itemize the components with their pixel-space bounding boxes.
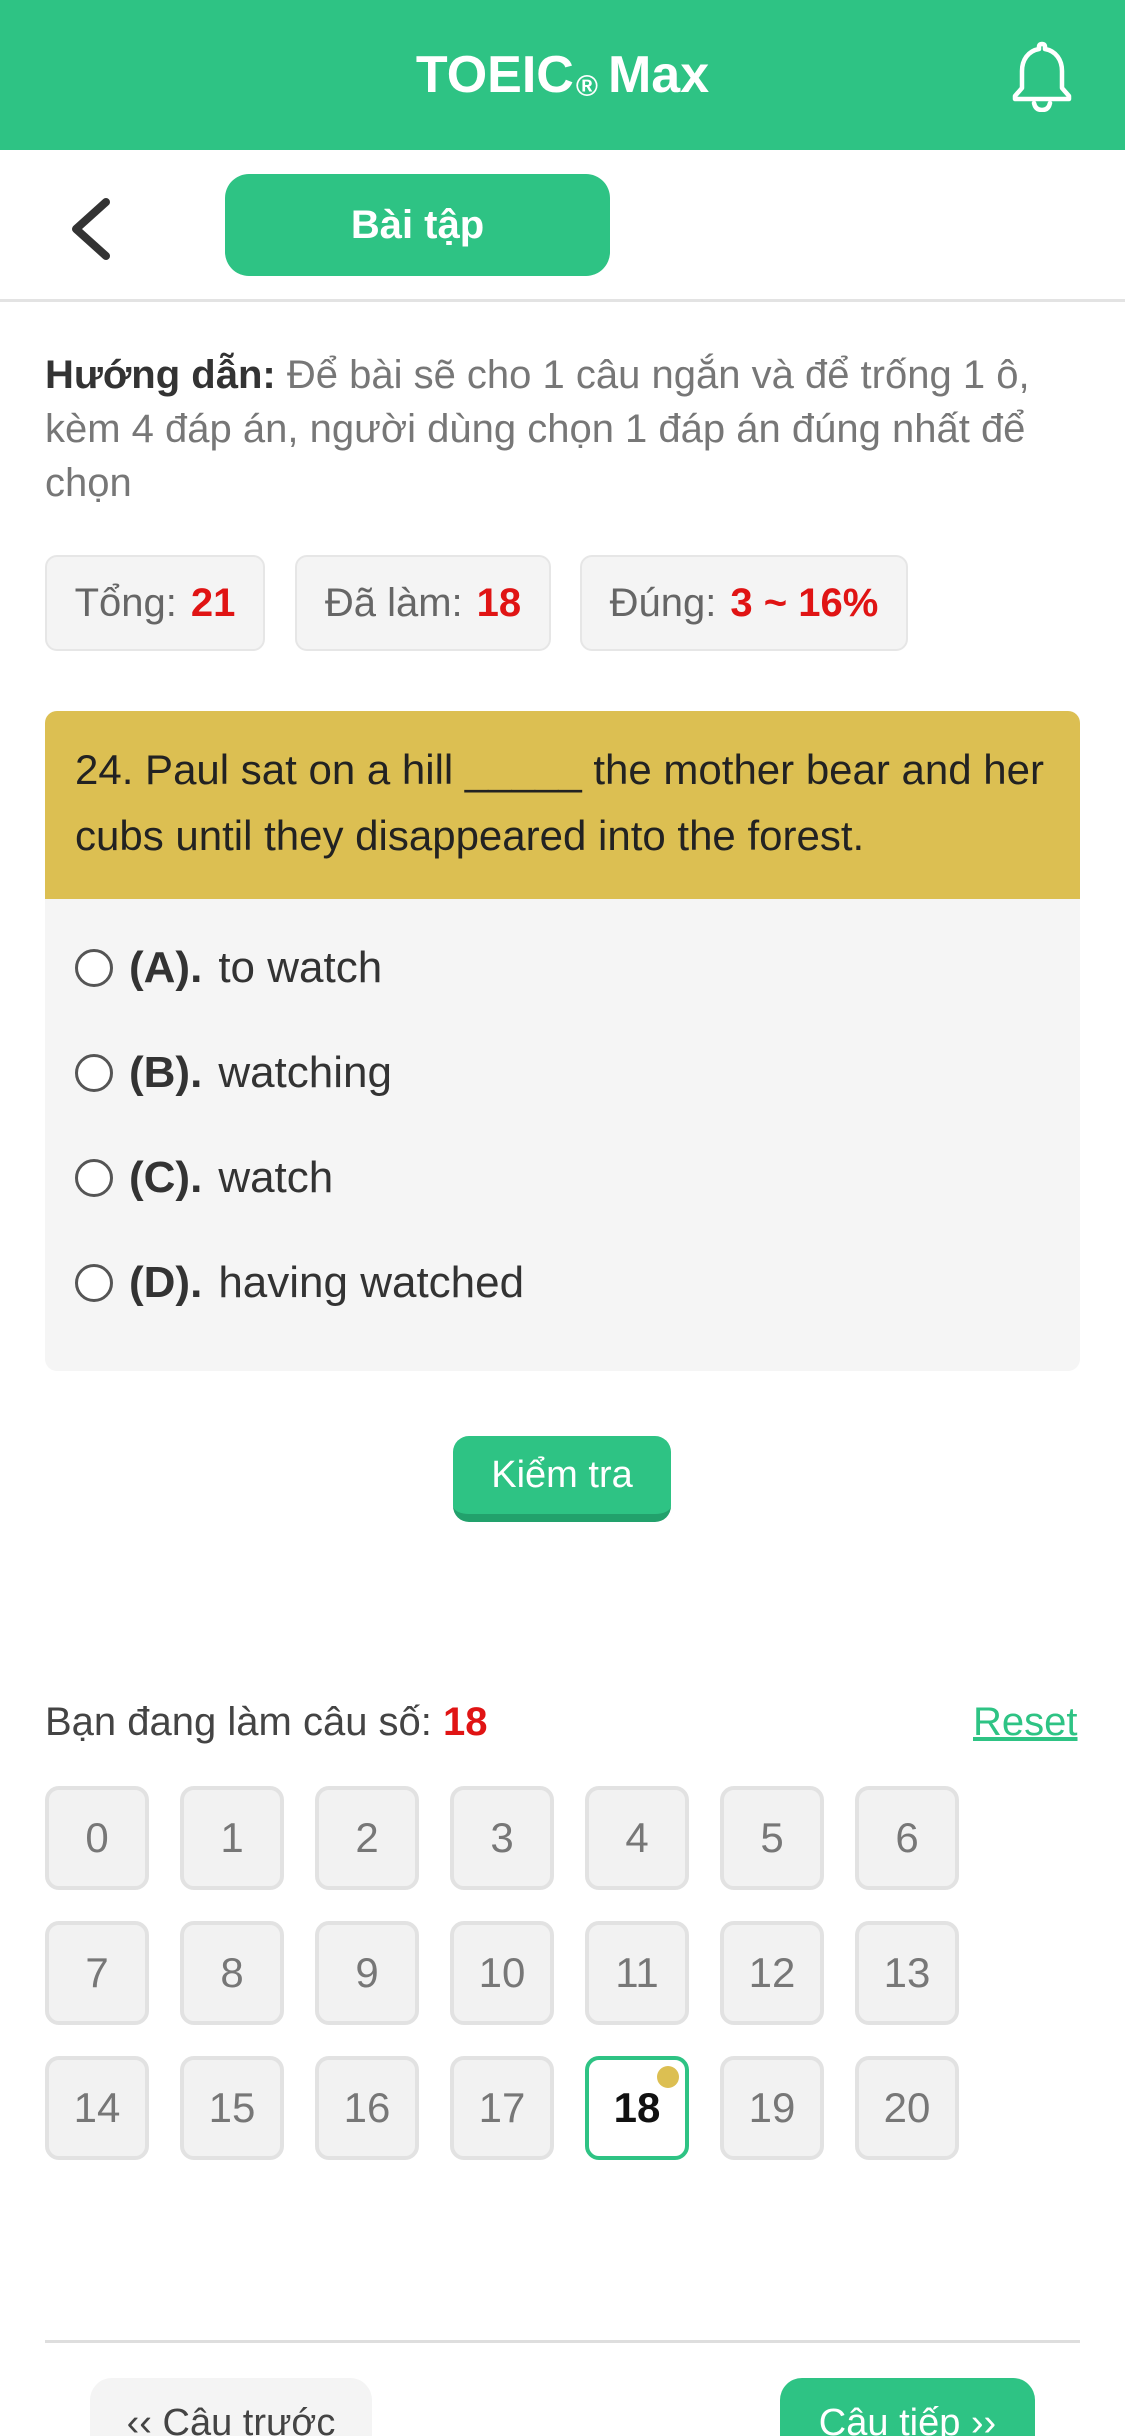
question-number-cell[interactable]: 0	[45, 1786, 149, 1890]
stat-correct-label: Đúng:	[609, 580, 717, 625]
question-number-label: 3	[490, 1814, 514, 1861]
current-marker-dot	[657, 2066, 679, 2088]
app-title: TOEIC ® Max	[0, 0, 1125, 150]
option-text: watching	[218, 1047, 392, 1097]
question-number-cell[interactable]: 13	[855, 1921, 959, 2025]
question-number-cell[interactable]: 19	[720, 2056, 824, 2160]
question-number-cell[interactable]: 10	[450, 1921, 554, 2025]
option-letter: (B).	[129, 1047, 203, 1097]
question-number-cell[interactable]: 16	[315, 2056, 419, 2160]
question-number-label: 20	[883, 2084, 931, 2131]
app-title-suffix: Max	[607, 46, 710, 104]
trademark-symbol: ®	[575, 70, 598, 103]
radio-button[interactable]	[75, 1263, 113, 1302]
question-number-cell[interactable]: 2	[315, 1786, 419, 1890]
question-number-label: 14	[73, 2084, 121, 2131]
reset-link[interactable]: Reset	[973, 1700, 1078, 1745]
question-number-label: 1	[220, 1814, 244, 1861]
stat-total: Tổng: 21	[45, 555, 265, 651]
option-a[interactable]: (A). to watch	[45, 915, 1080, 1020]
check-button[interactable]: Kiểm tra	[453, 1436, 671, 1522]
instructions: Hướng dẫn: Để bài sẽ cho 1 câu ngắn và đ…	[45, 348, 1085, 510]
top-bar: TOEIC ® Max	[0, 0, 1125, 150]
radio-button[interactable]	[75, 1053, 113, 1092]
question-number-cell[interactable]: 12	[720, 1921, 824, 2025]
question-number-cell[interactable]: 11	[585, 1921, 689, 2025]
question-number-cell[interactable]: 3	[450, 1786, 554, 1890]
question-text: 24. Paul sat on a hill _____ the mother …	[45, 711, 1080, 899]
question-number-label: 4	[625, 1814, 649, 1861]
stat-done-label: Đã làm:	[324, 580, 463, 625]
question-number-label: 13	[883, 1949, 931, 1996]
question-number-cell[interactable]: 17	[450, 2056, 554, 2160]
sub-header: Bài tập	[0, 150, 1125, 302]
question-card: 24. Paul sat on a hill _____ the mother …	[45, 711, 1080, 1371]
option-text: watch	[218, 1152, 334, 1202]
option-b[interactable]: (B). watching	[45, 1020, 1080, 1125]
tab-bai-tap[interactable]: Bài tập	[225, 174, 610, 276]
answer-options: (A). to watch (B). watching (C). watch (…	[45, 899, 1080, 1335]
radio-button[interactable]	[75, 1158, 113, 1197]
option-c[interactable]: (C). watch	[45, 1125, 1080, 1230]
question-number-label: 10	[478, 1949, 526, 1996]
chevron-left-icon[interactable]	[62, 194, 122, 264]
question-number-label: 12	[748, 1949, 796, 1996]
question-number-cell-active[interactable]: 18	[585, 2056, 689, 2160]
stat-correct-value: 3 ~ 16%	[730, 580, 879, 625]
current-question-label: Bạn đang làm câu số:	[45, 1700, 432, 1744]
question-number-label: 16	[343, 2084, 391, 2131]
question-number-label: 2	[355, 1814, 379, 1861]
next-question-button[interactable]: Câu tiếp ››	[780, 2378, 1035, 2436]
question-number-label: 8	[220, 1949, 244, 1996]
question-number-label: 15	[208, 2084, 256, 2131]
divider	[45, 2340, 1080, 2343]
stat-correct: Đúng: 3 ~ 16%	[580, 555, 908, 651]
current-question-number: 18	[443, 1700, 488, 1744]
question-number-label: 9	[355, 1949, 379, 1996]
question-number-cell[interactable]: 5	[720, 1786, 824, 1890]
question-number-label: 18	[613, 2084, 661, 2131]
app-root: TOEIC ® Max Bài tập Hướng dẫn: Để bài sẽ c…	[0, 0, 1125, 2436]
question-number-cell[interactable]: 8	[180, 1921, 284, 2025]
question-number-cell[interactable]: 14	[45, 2056, 149, 2160]
question-number-label: 7	[85, 1949, 109, 1996]
option-text: having watched	[218, 1257, 525, 1307]
question-number-cell[interactable]: 4	[585, 1786, 689, 1890]
option-letter: (D).	[129, 1257, 203, 1307]
option-text: to watch	[218, 942, 383, 992]
previous-question-button[interactable]: ‹‹ Câu trước	[90, 2378, 372, 2436]
question-number-label: 19	[748, 2084, 796, 2131]
question-number-cell[interactable]: 1	[180, 1786, 284, 1890]
option-d[interactable]: (D). having watched	[45, 1230, 1080, 1335]
option-letter: (A).	[129, 942, 203, 992]
stat-done-value: 18	[476, 580, 522, 625]
option-letter: (C).	[129, 1152, 203, 1202]
question-number-label: 0	[85, 1814, 109, 1861]
radio-button[interactable]	[75, 948, 113, 987]
question-number-label: 5	[760, 1814, 784, 1861]
question-number-label: 17	[478, 2084, 526, 2131]
current-question: Bạn đang làm câu số: 18	[45, 1700, 488, 1745]
question-number-cell[interactable]: 9	[315, 1921, 419, 2025]
instructions-label: Hướng dẫn:	[45, 353, 276, 397]
app-title-text: TOEIC	[415, 46, 574, 104]
bell-icon[interactable]	[1010, 38, 1074, 113]
stat-done: Đã làm: 18	[295, 555, 551, 651]
question-number-label: 11	[615, 1949, 659, 1996]
question-number-label: 6	[895, 1814, 919, 1861]
question-number-cell[interactable]: 20	[855, 2056, 959, 2160]
question-number-cell[interactable]: 7	[45, 1921, 149, 2025]
question-number-cell[interactable]: 6	[855, 1786, 959, 1890]
stat-total-value: 21	[190, 580, 236, 625]
stat-total-label: Tổng:	[74, 580, 177, 625]
question-number-cell[interactable]: 15	[180, 2056, 284, 2160]
